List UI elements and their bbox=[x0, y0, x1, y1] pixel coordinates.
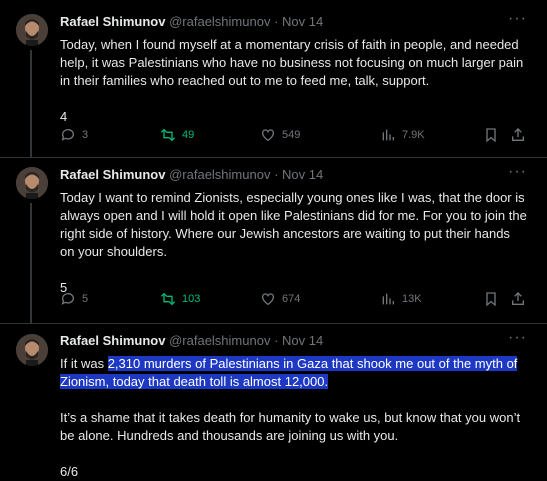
thread-line bbox=[30, 50, 32, 157]
avatar[interactable] bbox=[16, 334, 48, 366]
avatar[interactable] bbox=[16, 167, 48, 199]
tweet-paragraph: Today I want to remind Zionists, especia… bbox=[60, 190, 527, 259]
share-button[interactable] bbox=[510, 291, 526, 307]
bookmark-button[interactable] bbox=[483, 291, 499, 307]
more-icon[interactable]: ··· bbox=[508, 163, 527, 181]
tweet-text: Today I want to remind Zionists, especia… bbox=[60, 189, 527, 297]
author-name[interactable]: Rafael Shimunov bbox=[60, 333, 165, 348]
tweet-header: Rafael Shimunov @rafaelshimunov · Nov 14… bbox=[60, 10, 527, 32]
author-name[interactable]: Rafael Shimunov bbox=[60, 14, 165, 29]
like-button[interactable]: 674 bbox=[260, 291, 300, 307]
tweet-actions: 5 103 674 13K bbox=[60, 291, 527, 309]
views-count: 7.9K bbox=[402, 129, 425, 141]
tweet-date[interactable]: Nov 14 bbox=[282, 333, 323, 348]
more-icon[interactable]: ··· bbox=[508, 10, 527, 28]
views-icon bbox=[380, 127, 396, 143]
tweet-text: If it was 2,310 murders of Palestinians … bbox=[60, 355, 527, 481]
reply-button[interactable]: 5 bbox=[60, 291, 88, 307]
tweet-date[interactable]: Nov 14 bbox=[282, 14, 323, 29]
tweet[interactable]: Rafael Shimunov @rafaelshimunov · Nov 14… bbox=[0, 0, 547, 158]
retweet-count: 103 bbox=[182, 293, 201, 305]
reply-button[interactable]: 3 bbox=[60, 127, 88, 143]
tweet-paragraph: Today, when I found myself at a momentar… bbox=[60, 37, 524, 88]
share-icon bbox=[510, 127, 526, 143]
separator-dot: · bbox=[274, 333, 279, 348]
reply-count: 5 bbox=[82, 293, 89, 305]
bookmark-icon bbox=[483, 291, 499, 307]
views-icon bbox=[380, 291, 396, 307]
author-name[interactable]: Rafael Shimunov bbox=[60, 167, 165, 182]
tweet[interactable]: Rafael Shimunov @rafaelshimunov · Nov 14… bbox=[0, 158, 547, 324]
tweet-text: Today, when I found myself at a momentar… bbox=[60, 36, 527, 126]
retweet-button[interactable]: 103 bbox=[160, 291, 200, 307]
thread-count: 6/6 bbox=[60, 464, 79, 479]
views-button[interactable]: 13K bbox=[380, 291, 422, 307]
bookmark-button[interactable] bbox=[483, 127, 499, 143]
share-icon bbox=[510, 291, 526, 307]
tweet-header: Rafael Shimunov @rafaelshimunov · Nov 14… bbox=[60, 163, 527, 185]
like-count: 549 bbox=[282, 129, 301, 141]
reply-icon bbox=[60, 127, 76, 143]
separator-dot: · bbox=[274, 14, 279, 29]
selected-text[interactable]: 2,310 murders of Palestinians in Gaza th… bbox=[60, 356, 518, 389]
retweet-count: 49 bbox=[182, 129, 195, 141]
heart-icon bbox=[260, 291, 276, 307]
thread-count: 4 bbox=[60, 109, 68, 124]
tweet-date[interactable]: Nov 14 bbox=[282, 167, 323, 182]
text-prefix: If it was bbox=[60, 356, 108, 371]
like-count: 674 bbox=[282, 293, 301, 305]
separator-dot: · bbox=[274, 167, 279, 182]
views-button[interactable]: 7.9K bbox=[380, 127, 425, 143]
like-button[interactable]: 549 bbox=[260, 127, 300, 143]
tweet-actions: 3 49 549 7.9K bbox=[60, 127, 527, 145]
author-handle[interactable]: @rafaelshimunov bbox=[169, 333, 270, 348]
tweet-paragraph: If it was 2,310 murders of Palestinians … bbox=[60, 355, 527, 391]
bookmark-icon bbox=[483, 127, 499, 143]
heart-icon bbox=[260, 127, 276, 143]
views-count: 13K bbox=[402, 293, 422, 305]
share-button[interactable] bbox=[510, 127, 526, 143]
author-handle[interactable]: @rafaelshimunov bbox=[169, 14, 270, 29]
thread-line bbox=[30, 203, 32, 323]
author-handle[interactable]: @rafaelshimunov bbox=[169, 167, 270, 182]
avatar[interactable] bbox=[16, 14, 48, 46]
tweet-header: Rafael Shimunov @rafaelshimunov · Nov 14… bbox=[60, 329, 527, 351]
retweet-button[interactable]: 49 bbox=[160, 127, 194, 143]
retweet-icon bbox=[160, 127, 176, 143]
more-icon[interactable]: ··· bbox=[508, 329, 527, 347]
reply-icon bbox=[60, 291, 76, 307]
reply-count: 3 bbox=[82, 129, 89, 141]
tweet-paragraph: It’s a shame that it takes death for hum… bbox=[60, 410, 521, 443]
retweet-icon bbox=[160, 291, 176, 307]
tweet[interactable]: Rafael Shimunov @rafaelshimunov · Nov 14… bbox=[0, 324, 547, 481]
